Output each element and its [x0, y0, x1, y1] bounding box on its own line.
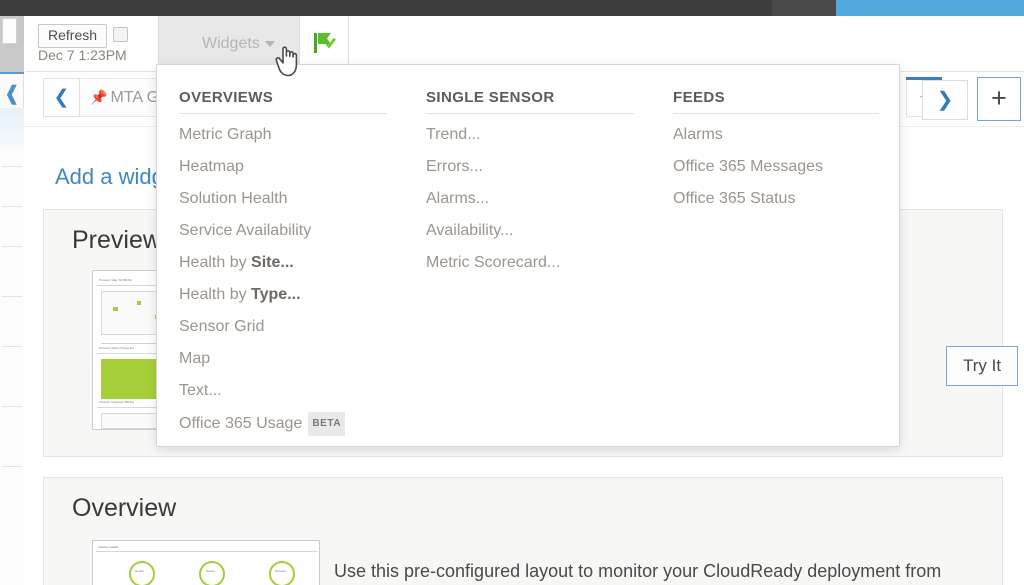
- menu-item-availability[interactable]: Availability...: [426, 220, 634, 242]
- chevron-down-icon: [265, 41, 275, 47]
- menu-item-health-by-type[interactable]: Health by Type...: [179, 284, 387, 306]
- menu-column-single-sensor: SINGLE SENSOR Trend... Errors... Alarms.…: [426, 89, 634, 274]
- menu-column-feeds: FEEDS Alarms Office 365 Messages Office …: [673, 89, 879, 210]
- rail-list-placeholder: [0, 148, 24, 585]
- menu-heading: SINGLE SENSOR: [426, 89, 634, 114]
- menu-item-service-availability[interactable]: Service Availability: [179, 220, 387, 242]
- menu-item-office-365-usage[interactable]: Office 365 Usage BETA: [179, 412, 387, 436]
- widgets-menu-label: Widgets: [202, 35, 260, 52]
- app-root: ❰ Refresh Dec 7 1:23PM Widgets ❮ 📌 MTA G…: [0, 0, 1024, 585]
- menu-item-label-strong: Type...: [251, 286, 301, 303]
- os-top-bar: [0, 0, 1024, 16]
- menu-item-solution-health[interactable]: Solution Health: [179, 188, 387, 210]
- menu-item-feed-alarms[interactable]: Alarms: [673, 124, 879, 146]
- menu-item-trend[interactable]: Trend...: [426, 124, 634, 146]
- card-title: Preview: [72, 226, 161, 254]
- rail-active-indicator: [0, 72, 24, 74]
- menu-item-text[interactable]: Text...: [179, 380, 387, 402]
- rail-highlight-panel: [0, 108, 24, 148]
- card-description: Use this pre-configured layout to monito…: [334, 561, 942, 581]
- menu-heading: FEEDS: [673, 89, 879, 114]
- try-it-button-preview[interactable]: Try It: [946, 346, 1018, 386]
- menu-item-sensor-grid[interactable]: Sensor Grid: [179, 316, 387, 338]
- rail-top-card: [2, 18, 17, 44]
- refresh-timestamp: Dec 7 1:23PM: [38, 47, 127, 63]
- plus-icon: +: [991, 83, 1007, 113]
- beta-badge: BETA: [308, 412, 346, 436]
- menu-item-map[interactable]: Map: [179, 348, 387, 370]
- card-title: Overview: [72, 494, 177, 522]
- left-rail: ❰: [0, 16, 24, 585]
- tab-scroll-prev-button[interactable]: ❮: [43, 78, 80, 117]
- tab-scroll-next-button[interactable]: ❯: [922, 80, 968, 120]
- menu-item-errors[interactable]: Errors...: [426, 156, 634, 178]
- chevron-left-icon: ❮: [53, 87, 70, 108]
- widgets-dropdown-menu: OVERVIEWS Metric Graph Heatmap Solution …: [156, 64, 900, 447]
- add-tab-button[interactable]: +: [977, 77, 1021, 121]
- chevron-right-icon: ❯: [936, 89, 954, 111]
- os-top-bar-segment-blue: [836, 0, 1024, 16]
- overview-thumbnail: Solution Health Health Server Network Ma…: [92, 540, 320, 585]
- menu-item-alarms[interactable]: Alarms...: [426, 188, 634, 210]
- rail-expand-chevron-icon[interactable]: ❰: [1, 80, 23, 108]
- menu-item-health-by-site[interactable]: Health by Site...: [179, 252, 387, 274]
- menu-item-label: Office 365 Usage: [179, 415, 303, 432]
- rail-top-block: [0, 16, 24, 72]
- menu-item-office-365-messages[interactable]: Office 365 Messages: [673, 156, 879, 178]
- menu-item-label-strong: Site...: [251, 254, 294, 271]
- flag-button[interactable]: [301, 16, 349, 71]
- menu-item-label: Health by: [179, 286, 252, 303]
- menu-item-metric-scorecard[interactable]: Metric Scorecard...: [426, 252, 634, 274]
- auto-refresh-checkbox[interactable]: [113, 27, 128, 42]
- menu-item-heatmap[interactable]: Heatmap: [179, 156, 387, 178]
- widget-card-overview: Overview Solution Health Health Server N…: [43, 477, 1003, 585]
- widgets-menu-button[interactable]: Widgets: [158, 16, 300, 71]
- menu-item-label: Health by: [179, 254, 252, 271]
- menu-heading: OVERVIEWS: [179, 89, 387, 114]
- refresh-button[interactable]: Refresh: [38, 24, 108, 48]
- os-top-bar-segment-dark: [772, 0, 836, 16]
- green-flag-check-icon: [314, 33, 336, 53]
- menu-item-metric-graph[interactable]: Metric Graph: [179, 124, 387, 146]
- menu-column-overviews: OVERVIEWS Metric Graph Heatmap Solution …: [179, 89, 387, 436]
- pin-icon: 📌: [90, 89, 108, 105]
- menu-item-office-365-status[interactable]: Office 365 Status: [673, 188, 879, 210]
